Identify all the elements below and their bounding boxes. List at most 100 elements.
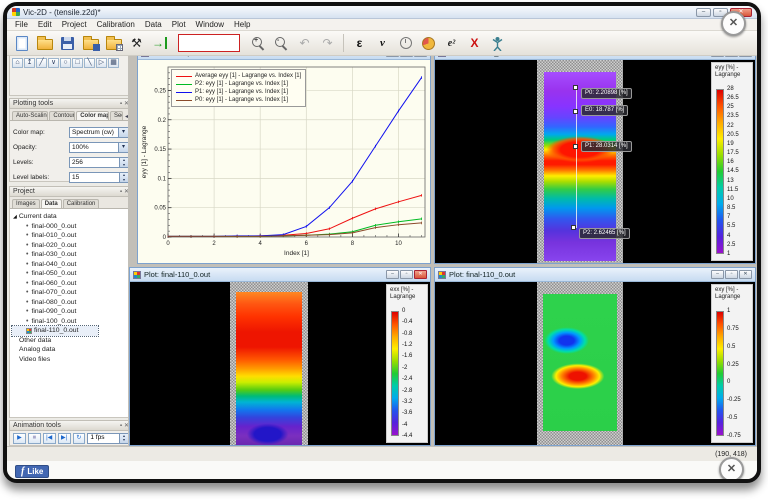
menu-item-window[interactable]: Window xyxy=(191,20,229,29)
project-file-row[interactable]: • final-070_0.out xyxy=(12,288,130,298)
facebook-like-button[interactable]: f Like xyxy=(15,465,50,478)
project-file-row[interactable]: • final-080_0.out xyxy=(12,298,130,308)
maximize-button[interactable]: ▫ xyxy=(725,270,738,279)
skip-start-button[interactable]: |◀ xyxy=(42,432,56,444)
menu-item-project[interactable]: Project xyxy=(57,20,92,29)
tab-calibration[interactable]: Calibration xyxy=(62,199,100,208)
pin-icon[interactable]: ▪ xyxy=(120,101,122,107)
project-file-row[interactable]: • final-100_0.out xyxy=(12,317,130,327)
opacity-select[interactable]: 100% xyxy=(69,142,129,153)
inspector-extract-button[interactable]: ↥ xyxy=(24,58,35,68)
zoom-out-button[interactable]: - xyxy=(271,33,292,54)
exy-window-titlebar[interactable]: Plot: final-110_0.out – ▫ ✕ xyxy=(435,268,755,282)
zoom-in-button[interactable]: + xyxy=(248,33,269,54)
extensometer-button[interactable] xyxy=(487,33,508,54)
delete-button[interactable]: X xyxy=(464,33,485,54)
project-file-row[interactable]: • final-010_0.out xyxy=(12,231,130,241)
hammer-icon: ⚒ xyxy=(131,36,142,50)
tab-auto-scaling[interactable]: Auto-Scaling xyxy=(12,111,49,120)
overlay-close-icon[interactable]: ✕ xyxy=(719,457,744,479)
menu-item-calibration[interactable]: Calibration xyxy=(92,20,140,29)
toolbar-filter-input[interactable] xyxy=(178,34,240,52)
save-project-button[interactable] xyxy=(80,33,101,54)
project-file-row[interactable]: • final-000_0.out xyxy=(12,222,130,232)
file-name: final-080_0.out xyxy=(31,298,77,306)
inspector-home-button[interactable]: ⌂ xyxy=(12,58,23,68)
maximize-button[interactable]: ▫ xyxy=(400,270,413,279)
point-marker-p2[interactable] xyxy=(571,225,576,230)
skip-end-button[interactable]: ▶| xyxy=(57,432,71,444)
fps-stepper[interactable]: 1 fps xyxy=(87,432,129,444)
displacement-button[interactable]: v xyxy=(372,33,393,54)
project-file-row[interactable]: final-110_0.out xyxy=(11,325,99,337)
save-button[interactable] xyxy=(57,33,78,54)
strain-button[interactable]: ε xyxy=(349,33,370,54)
level-labels-stepper[interactable]: 15 xyxy=(69,172,129,183)
tools-button[interactable]: ⚒ xyxy=(126,33,147,54)
loop-icon: ↻ xyxy=(76,434,82,441)
tree-node-video-files[interactable]: Video files xyxy=(12,355,130,365)
tab-images[interactable]: Images xyxy=(12,199,40,208)
exx-plot-content[interactable]: exx [%] - Lagrange 0 -0.4 -0.8 -1.2 -1.6 -2 -2… xyxy=(130,282,430,445)
minimize-button[interactable]: – xyxy=(696,7,711,17)
menu-item-edit[interactable]: Edit xyxy=(33,20,57,29)
extraction-chart-area[interactable]: 0 2 4 6 8 10 0 0.05 0.1 0.15 0.2 0.25 Index [1] eyy [… xyxy=(138,60,430,263)
color-map-select[interactable]: Spectrum (cw) xyxy=(69,127,129,138)
export-data-button[interactable] xyxy=(103,33,124,54)
pin-icon[interactable]: ▪ xyxy=(120,423,122,429)
eyy-plot-content[interactable]: P0: 2.20898 [%] E0: 18.787 [%] P1: 28.03… xyxy=(435,60,755,263)
overlay-close-icon[interactable]: ✕ xyxy=(721,11,746,36)
tree-node-other-data[interactable]: Other data xyxy=(12,336,130,346)
run-analysis-button[interactable]: → xyxy=(149,33,170,54)
open-project-button[interactable] xyxy=(34,33,55,54)
point-marker-p0[interactable] xyxy=(573,85,578,90)
new-project-button[interactable] xyxy=(11,33,32,54)
inspector-play-button[interactable]: ▷ xyxy=(96,58,107,68)
project-panel-header[interactable]: Project ▪ ✕ xyxy=(9,186,133,197)
project-file-row[interactable]: • final-050_0.out xyxy=(12,269,130,279)
exx-window-titlebar[interactable]: Plot: final-110_0.out – ▫ ✕ xyxy=(130,268,430,282)
plotting-panel-header[interactable]: Plotting tools ▪ ✕ xyxy=(9,98,133,109)
menu-item-file[interactable]: File xyxy=(10,20,33,29)
project-file-row[interactable]: • final-020_0.out xyxy=(12,241,130,251)
tab-data[interactable]: Data xyxy=(40,199,62,208)
minimize-button[interactable]: – xyxy=(386,270,399,279)
undo-button[interactable]: ↶ xyxy=(294,33,315,54)
project-file-row[interactable]: • final-060_0.out xyxy=(12,279,130,289)
tree-root-current-data[interactable]: ◢ Current data xyxy=(12,212,130,222)
inspector-circle-button[interactable]: ○ xyxy=(60,58,71,68)
menu-item-data[interactable]: Data xyxy=(140,20,167,29)
project-file-row[interactable]: • final-040_0.out xyxy=(12,260,130,270)
expander-icon[interactable]: ◢ xyxy=(13,214,17,220)
tab-color-map[interactable]: Color map xyxy=(76,111,109,120)
minimize-button[interactable]: – xyxy=(711,270,724,279)
menu-item-help[interactable]: Help xyxy=(229,20,255,29)
tree-node-analog-data[interactable]: Analog data xyxy=(12,345,130,355)
pin-icon[interactable]: ▪ xyxy=(120,189,122,195)
project-file-row[interactable]: • final-090_0.out xyxy=(12,307,130,317)
app-titlebar[interactable]: Vic-2D - (tensile.z2d)* – ▫ ✕ xyxy=(7,6,757,19)
play-button[interactable]: ▶ xyxy=(13,432,26,444)
redo-button[interactable]: ↷ xyxy=(317,33,338,54)
inspector-rect-button[interactable]: □ xyxy=(72,58,83,68)
inspector-angle-button[interactable]: ∨ xyxy=(48,58,59,68)
timer-button[interactable] xyxy=(395,33,416,54)
inspector-image-button[interactable]: ▦ xyxy=(108,58,119,68)
animation-panel-header[interactable]: Animation tools ▪ ✕ xyxy=(9,420,133,431)
point-marker-e0[interactable] xyxy=(573,109,578,114)
exy-plot-content[interactable]: exy [%] - Lagrange 1 0.75 0.5 0.25 0 -0.25 -0.… xyxy=(435,282,755,445)
tab-contour[interactable]: Contour xyxy=(49,111,76,120)
statistics-button[interactable] xyxy=(418,33,439,54)
tab-sections[interactable]: Sec xyxy=(109,111,123,120)
inspector-line-button[interactable]: ╱ xyxy=(36,58,47,68)
stop-button[interactable]: ■ xyxy=(27,432,41,444)
menu-item-plot[interactable]: Plot xyxy=(167,20,191,29)
close-button[interactable]: ✕ xyxy=(739,270,752,279)
point-marker-p1[interactable] xyxy=(573,144,578,149)
close-button[interactable]: ✕ xyxy=(414,270,427,279)
project-file-row[interactable]: • final-030_0.out xyxy=(12,250,130,260)
error-analysis-button[interactable]: e² xyxy=(441,33,462,54)
inspector-draw-button[interactable]: ╲ xyxy=(84,58,95,68)
levels-stepper[interactable]: 256 xyxy=(69,157,129,168)
loop-button[interactable]: ↻ xyxy=(72,432,86,444)
